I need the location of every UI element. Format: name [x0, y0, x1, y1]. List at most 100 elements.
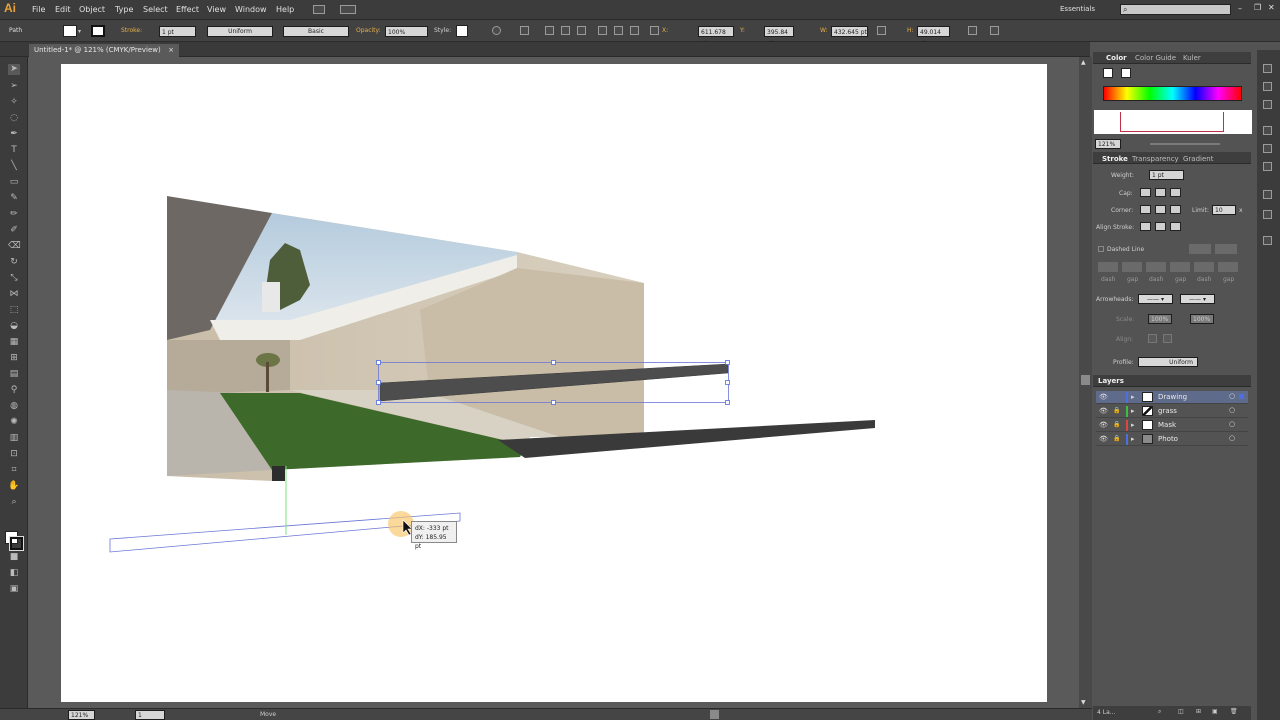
align-stroke-inside-icon[interactable]: [1155, 222, 1166, 231]
dash-label-3: dash: [1197, 276, 1212, 283]
locate-object-icon[interactable]: ⌕: [1158, 708, 1161, 716]
arrowhead-start-dropdown[interactable]: —— ▾: [1138, 294, 1173, 304]
visibility-icon[interactable]: 👁: [1099, 393, 1108, 401]
expand-arrow-icon[interactable]: ▸: [1131, 435, 1135, 443]
dashed-line-checkbox[interactable]: [1098, 246, 1104, 252]
scale-label: Scale:: [1116, 316, 1135, 323]
scroll-up-icon[interactable]: ▲: [1081, 59, 1086, 66]
scale-end-field[interactable]: 100%: [1190, 314, 1214, 324]
scale-start-field[interactable]: 100%: [1148, 314, 1172, 324]
visibility-icon[interactable]: 👁: [1099, 407, 1108, 415]
color-panel-icon[interactable]: [1263, 64, 1272, 73]
delete-layer-icon[interactable]: 🗑: [1230, 708, 1238, 715]
arrowheads-label: Arrowheads:: [1096, 296, 1134, 303]
scroll-down-icon[interactable]: ▼: [1081, 699, 1086, 706]
layer-color-bar: [1126, 434, 1128, 445]
color-preview-outline: [1120, 112, 1224, 132]
visibility-icon[interactable]: 👁: [1099, 421, 1108, 429]
dashed-line-label: Dashed Line: [1107, 246, 1145, 253]
align-stroke-outside-icon[interactable]: [1170, 222, 1181, 231]
layer-row-grass[interactable]: 👁 🔒 ▸ grass ○: [1096, 405, 1248, 418]
kuler-icon[interactable]: [1263, 100, 1272, 109]
layer-row-photo[interactable]: 👁 🔒 ▸ Photo ○: [1096, 433, 1248, 446]
dash-field-1[interactable]: [1098, 262, 1118, 272]
selection-indicator[interactable]: [1239, 394, 1244, 399]
swatches-icon[interactable]: [1263, 126, 1272, 135]
tab-color[interactable]: Color: [1106, 54, 1127, 62]
new-sublayer-icon[interactable]: ⊞: [1196, 708, 1201, 715]
move-tooltip: dX: -333 pt dY: 185.95 pt: [411, 521, 457, 550]
dash-align-icon[interactable]: [1215, 244, 1237, 254]
brushes-icon[interactable]: [1263, 144, 1272, 153]
color-zoom-field[interactable]: 121%: [1095, 139, 1121, 149]
expand-arrow-icon[interactable]: ▸: [1131, 407, 1135, 415]
layer-thumbnail: [1142, 392, 1153, 402]
profile-dropdown[interactable]: Uniform: [1138, 357, 1198, 367]
tab-layers[interactable]: Layers: [1098, 377, 1124, 385]
color-preview-area: [1094, 110, 1252, 134]
expand-arrow-icon[interactable]: ▸: [1131, 393, 1135, 401]
graphic-styles-icon[interactable]: [1263, 190, 1272, 199]
projecting-cap-icon[interactable]: [1170, 188, 1181, 197]
layer-row-mask[interactable]: 👁 🔒 ▸ Mask ○: [1096, 419, 1248, 432]
target-icon[interactable]: ○: [1229, 434, 1235, 442]
new-layer-icon[interactable]: ▣: [1212, 708, 1218, 715]
vertical-scroll-thumb[interactable]: [1081, 375, 1090, 385]
beam-end-shape: [272, 466, 285, 481]
gap-field-2[interactable]: [1170, 262, 1190, 272]
limit-field[interactable]: 10: [1212, 205, 1236, 215]
lock-icon[interactable]: 🔒: [1113, 435, 1120, 442]
symbols-icon[interactable]: [1263, 162, 1272, 171]
arrowhead-end-dropdown[interactable]: —— ▾: [1180, 294, 1215, 304]
arrow-align-end-icon[interactable]: [1163, 334, 1172, 343]
dash-field-2[interactable]: [1146, 262, 1166, 272]
layer-color-bar: [1126, 392, 1128, 403]
make-clipping-mask-icon[interactable]: ◫: [1178, 708, 1184, 715]
layer-name: Drawing: [1158, 393, 1188, 401]
align-stroke-label: Align Stroke:: [1096, 224, 1135, 231]
expand-arrow-icon[interactable]: ▸: [1131, 421, 1135, 429]
horizontal-scroll-thumb[interactable]: [710, 710, 719, 719]
miter-join-icon[interactable]: [1140, 205, 1151, 214]
layer-thumbnail: [1142, 420, 1153, 430]
artboard-navigation-field[interactable]: 1: [135, 710, 165, 720]
vertical-scrollbar[interactable]: ▲ ▼: [1079, 57, 1092, 710]
tab-stroke[interactable]: Stroke: [1102, 155, 1128, 163]
target-icon[interactable]: ○: [1229, 392, 1235, 400]
layers-count: 4 La...: [1097, 709, 1116, 716]
lock-icon[interactable]: 🔒: [1113, 407, 1120, 414]
dash-preserve-icon[interactable]: [1189, 244, 1211, 254]
butt-cap-icon[interactable]: [1140, 188, 1151, 197]
layer-thumbnail: [1142, 434, 1153, 444]
layer-row-drawing[interactable]: 👁 ▸ Drawing ○: [1096, 391, 1248, 404]
layers-footer: [1093, 706, 1251, 720]
stroke-color-indicator[interactable]: [1121, 68, 1131, 78]
round-cap-icon[interactable]: [1155, 188, 1166, 197]
dash-field-3[interactable]: [1194, 262, 1214, 272]
color-zoom-slider[interactable]: [1150, 143, 1220, 145]
zoom-field[interactable]: 121%: [68, 710, 95, 720]
appearance-icon[interactable]: [1263, 210, 1272, 219]
align-arrow-label: Align:: [1116, 336, 1134, 343]
bevel-join-icon[interactable]: [1170, 205, 1181, 214]
align-stroke-center-icon[interactable]: [1140, 222, 1151, 231]
visibility-icon[interactable]: 👁: [1099, 435, 1108, 443]
tab-color-guide[interactable]: Color Guide: [1135, 54, 1176, 62]
target-icon[interactable]: ○: [1229, 420, 1235, 428]
fill-color-indicator[interactable]: [1103, 68, 1113, 78]
gap-field-1[interactable]: [1122, 262, 1142, 272]
lock-icon[interactable]: 🔒: [1113, 421, 1120, 428]
arrow-align-tip-icon[interactable]: [1148, 334, 1157, 343]
tab-gradient[interactable]: Gradient: [1183, 155, 1213, 163]
color-spectrum[interactable]: [1103, 86, 1242, 101]
color-guide-icon[interactable]: [1263, 82, 1272, 91]
corner-label: Corner:: [1111, 207, 1134, 214]
round-join-icon[interactable]: [1155, 205, 1166, 214]
tab-kuler[interactable]: Kuler: [1183, 54, 1201, 62]
target-icon[interactable]: ○: [1229, 406, 1235, 414]
layer-name: Mask: [1158, 421, 1177, 429]
tab-transparency[interactable]: Transparency: [1132, 155, 1179, 163]
gap-field-3[interactable]: [1218, 262, 1238, 272]
layers-panel-icon[interactable]: [1263, 236, 1272, 245]
stroke-weight-panel-field[interactable]: 1 pt: [1149, 170, 1184, 180]
